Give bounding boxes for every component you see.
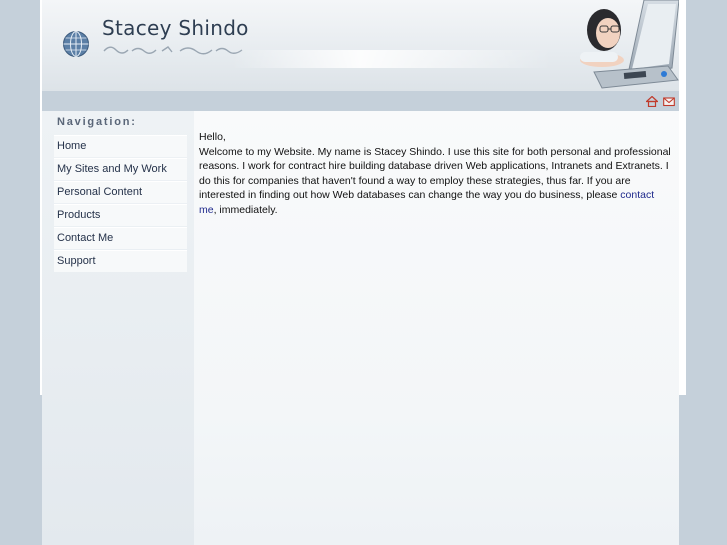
welcome-body-text: Welcome to my Website. My name is Stacey… (199, 145, 671, 202)
handwritten-signature (103, 46, 243, 55)
mail-icon[interactable] (663, 96, 675, 107)
site-header: Stacey Shindo (42, 0, 679, 91)
welcome-paragraph: Welcome to my Website. My name is Stacey… (199, 145, 671, 218)
site-title: Stacey Shindo (102, 16, 249, 40)
globe-icon (63, 31, 89, 57)
nav-heading: Navigation: (57, 116, 137, 128)
toolbar (42, 91, 679, 111)
header-light-sweep (232, 50, 552, 68)
sidebar: Navigation: Home My Sites and My Work Pe… (42, 111, 194, 545)
nav-list: Home My Sites and My Work Personal Conte… (54, 135, 187, 273)
nav-item-contact-me[interactable]: Contact Me (54, 227, 187, 249)
nav-item-support[interactable]: Support (54, 250, 187, 272)
greeting-text: Hello, (199, 131, 226, 143)
woman-with-laptop-image (580, 0, 679, 89)
nav-item-home[interactable]: Home (54, 135, 187, 157)
home-icon[interactable] (646, 96, 658, 107)
nav-item-products[interactable]: Products (54, 204, 187, 226)
welcome-body-end-text: , immediately. (213, 203, 278, 216)
nav-item-personal-content[interactable]: Personal Content (54, 181, 187, 203)
nav-item-my-sites-and-my-work[interactable]: My Sites and My Work (54, 158, 187, 180)
main-content-area: Hello, Welcome to my Website. My name is… (194, 111, 679, 545)
welcome-text: Hello, Welcome to my Website. My name is… (199, 130, 671, 217)
